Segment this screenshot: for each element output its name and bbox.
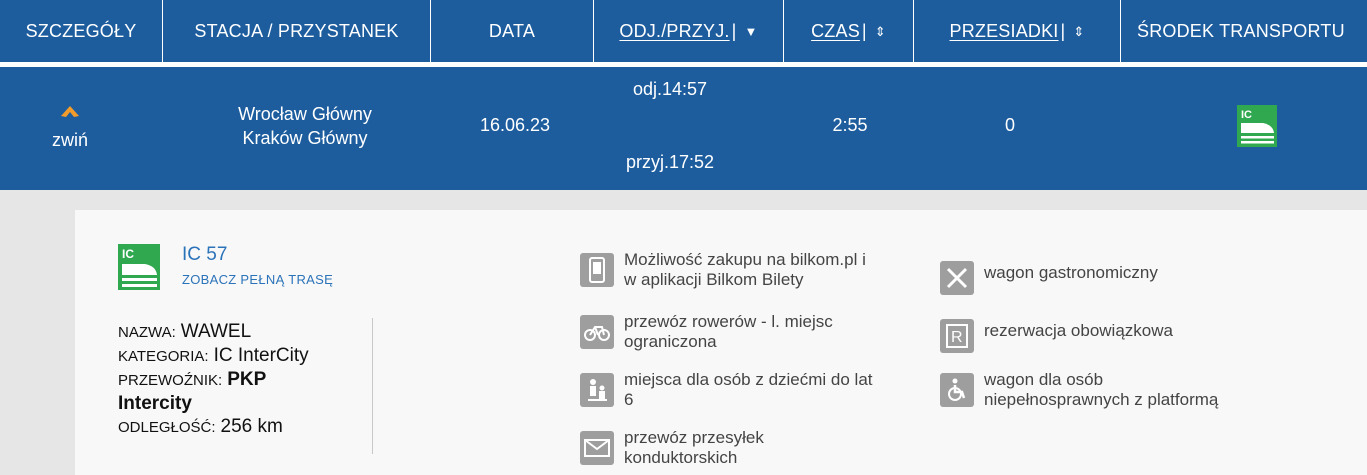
full-route-link[interactable]: ZOBACZ PEŁNĄ TRASĘ xyxy=(182,272,333,287)
train-name-line: NAZWA: WAWEL xyxy=(118,320,378,344)
intercity-train-icon: IC xyxy=(1237,105,1277,147)
name-label: NAZWA: xyxy=(118,324,176,341)
header-station: STACJA / PRZYSTANEK xyxy=(163,0,431,62)
category-label: KATEGORIA: xyxy=(118,348,209,365)
carrier-value: PKP xyxy=(227,369,267,390)
duration-cell: 2:55 xyxy=(790,111,910,139)
header-details-label: SZCZEGÓŁY xyxy=(25,20,137,41)
reservation-r-icon: R xyxy=(940,319,974,353)
collapse-label[interactable]: zwiń xyxy=(52,130,88,151)
svg-text:R: R xyxy=(951,329,963,346)
intercity-train-icon: IC xyxy=(118,244,160,290)
station-cell: Wrocław Główny Kraków Główny xyxy=(180,95,430,157)
header-transfers-label[interactable]: PRZESIADKI xyxy=(949,21,1058,42)
feature-item: miejsca dla osób z dziećmi do lat 6 xyxy=(580,370,924,410)
fork-knife-icon xyxy=(940,261,974,295)
to-station: Kraków Główny xyxy=(242,128,368,148)
results-table-header: SZCZEGÓŁY STACJA / PRZYSTANEK DATA ODJ./… xyxy=(0,0,1367,62)
feature-text: ograniczona xyxy=(624,332,717,351)
feature-item: R rezerwacja obowiązkowa xyxy=(940,316,1284,353)
sort-toggle-icon[interactable]: ⇕ xyxy=(1073,25,1084,38)
carrier-value-2: Intercity xyxy=(118,393,192,414)
train-number-link[interactable]: IC 57 xyxy=(182,244,227,266)
connection-row[interactable]: zwiń Wrocław Główny Kraków Główny 16.06.… xyxy=(0,67,1367,190)
svg-text:IC: IC xyxy=(1241,109,1252,121)
collapse-button[interactable]: zwiń xyxy=(40,93,100,163)
duration: 2:55 xyxy=(832,114,868,135)
feature-text: przewóz rowerów - l. miejsc xyxy=(624,312,833,331)
carrier-line-2: Intercity xyxy=(118,392,378,415)
from-station: Wrocław Główny xyxy=(238,104,372,124)
header-transport: ŚRODEK TRANSPORTU xyxy=(1121,0,1367,62)
sort-time-button[interactable]: CZAS | ⇕ xyxy=(784,0,914,62)
feature-text: konduktorskich xyxy=(624,448,738,467)
feature-text: 6 xyxy=(624,390,634,409)
arrival-time: przyj.17:52 xyxy=(625,152,715,172)
transfers-cell: 0 xyxy=(950,111,1070,139)
header-date: DATA xyxy=(431,0,594,62)
feature-text: wagon dla osób xyxy=(984,370,1104,389)
header-station-label: STACJA / PRZYSTANEK xyxy=(194,20,399,41)
distance-label: ODLEGŁOŚĆ: xyxy=(118,419,216,436)
times-cell: odj.14:57 przyj.17:52 xyxy=(600,79,740,173)
sort-departure-button[interactable]: ODJ./PRZYJ. | ▼ xyxy=(594,0,784,62)
header-time-label[interactable]: CZAS xyxy=(811,21,860,42)
envelope-icon xyxy=(580,431,614,465)
wheelchair-icon xyxy=(940,373,974,407)
header-depart-label[interactable]: ODJ./PRZYJ. xyxy=(619,21,729,42)
departure-time: odj.14:57 xyxy=(632,79,708,99)
feature-item: Możliwość zakupu na bilkom.pl i w aplika… xyxy=(580,250,924,290)
transport-cell: IC xyxy=(1232,103,1282,149)
feature-text: wagon gastronomiczny xyxy=(984,263,1158,282)
train-category-line: KATEGORIA: IC InterCity xyxy=(118,344,378,368)
bicycle-icon xyxy=(580,315,614,349)
date-cell: 16.06.23 xyxy=(440,111,590,139)
feature-text: miejsca dla osób z dziećmi do lat xyxy=(624,370,873,389)
family-child-icon xyxy=(580,373,614,407)
feature-text: Możliwość zakupu na bilkom.pl i xyxy=(624,250,866,269)
transfers-count: 0 xyxy=(1004,114,1015,135)
distance-line: ODLEGŁOŚĆ: 256 km xyxy=(118,415,378,439)
feature-item: przewóz rowerów - l. miejsc ograniczona xyxy=(580,312,924,352)
feature-text: przewóz przesyłek xyxy=(624,428,764,447)
sort-toggle-icon[interactable]: ⇕ xyxy=(875,25,886,38)
feature-text: niepełnosprawnych z platformą xyxy=(984,390,1219,409)
sort-transfers-button[interactable]: PRZESIADKI | ⇕ xyxy=(914,0,1121,62)
carrier-label: PRZEWOŹNIK: xyxy=(118,372,223,389)
feature-text: w aplikacji Bilkom Bilety xyxy=(624,270,804,289)
feature-item: wagon gastronomiczny xyxy=(940,258,1284,295)
sort-desc-icon[interactable]: ▼ xyxy=(745,25,758,38)
feature-item: przewóz przesyłek konduktorskich xyxy=(580,428,924,468)
header-details: SZCZEGÓŁY xyxy=(0,0,163,62)
name-value: WAWEL xyxy=(180,321,252,342)
chevron-up-icon[interactable] xyxy=(61,105,79,118)
train-info: NAZWA: WAWEL KATEGORIA: IC InterCity PRZ… xyxy=(118,320,378,439)
details-divider xyxy=(372,318,373,454)
header-date-label: DATA xyxy=(488,20,536,41)
category-value: IC InterCity xyxy=(213,345,309,366)
feature-text: rezerwacja obowiązkowa xyxy=(984,321,1173,340)
distance-value: 256 km xyxy=(220,416,283,437)
svg-text:IC: IC xyxy=(122,247,134,261)
travel-date: 16.06.23 xyxy=(479,114,551,135)
mobile-phone-icon xyxy=(580,253,614,287)
carrier-line: PRZEWOŹNIK: PKP xyxy=(118,368,378,392)
feature-item: wagon dla osób niepełnosprawnych z platf… xyxy=(940,370,1284,410)
header-transport-label: ŚRODEK TRANSPORTU xyxy=(1137,20,1345,41)
